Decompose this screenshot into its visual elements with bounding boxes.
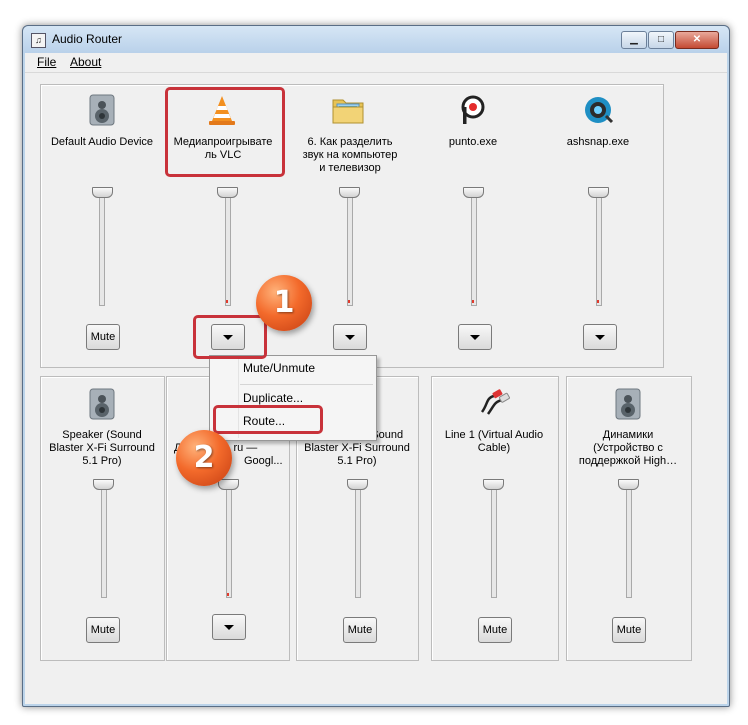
device-name-line2: Blaster X-Fi Surround [304, 442, 410, 454]
device-name: Speaker (Sound Blaster X-Fi Surround 5.1… [42, 429, 162, 468]
device-name: 6. Как разделить звук на компьютер и тел… [290, 136, 410, 175]
volume-level-mark [348, 300, 350, 303]
volume-slider-track[interactable] [491, 484, 497, 598]
speaker-icon [612, 388, 644, 420]
maximize-button[interactable]: □ [648, 31, 674, 49]
volume-slider-thumb[interactable] [347, 479, 368, 490]
volume-level-mark [227, 593, 229, 596]
volume-slider-thumb[interactable] [588, 187, 609, 198]
device-name: ashsnap.exe [566, 136, 630, 148]
volume-slider-thumb[interactable] [218, 479, 239, 490]
ashsnap-icon [582, 94, 614, 126]
highlight-dropdown [193, 315, 267, 359]
device-name-line1: Line 1 (Virtual Audio [444, 429, 544, 441]
device-name: Default Audio Device [50, 136, 154, 148]
menu-separator [240, 384, 373, 385]
close-button[interactable]: ✕ [675, 31, 719, 49]
mute-button[interactable]: Mute [86, 324, 120, 350]
device-name-line2: Blaster X-Fi Surround [49, 442, 155, 454]
menu-item-duplicate[interactable]: Duplicate... [243, 391, 303, 405]
device-name-line2: звук на компьютер [302, 149, 398, 161]
volume-slider-track[interactable] [596, 192, 602, 306]
device-name-line2: Cable) [477, 442, 511, 454]
volume-slider-thumb[interactable] [93, 479, 114, 490]
device-name-line3: и телевизор [319, 162, 381, 174]
volume-slider-track[interactable] [99, 192, 105, 306]
device-name-line3: поддержкой High… [578, 455, 678, 467]
device-name-line3: 5.1 Pro) [82, 455, 122, 467]
highlight-route [213, 405, 323, 434]
speaker-icon [86, 94, 118, 126]
device-name-line1b: ru — [233, 442, 258, 454]
mute-button[interactable]: Mute [86, 617, 120, 643]
speaker-icon [86, 388, 118, 420]
volume-slider-thumb[interactable] [217, 187, 238, 198]
menu-about[interactable]: About [70, 55, 101, 69]
device-dropdown-button[interactable] [333, 324, 367, 350]
menu-file[interactable]: File [37, 55, 56, 69]
volume-slider-track[interactable] [355, 484, 361, 598]
volume-slider-track[interactable] [101, 484, 107, 598]
volume-level-mark [472, 300, 474, 303]
volume-slider-thumb[interactable] [92, 187, 113, 198]
volume-slider-thumb[interactable] [618, 479, 639, 490]
step-badge-2: 2 [176, 430, 232, 486]
menu-item-mute-unmute[interactable]: Mute/Unmute [243, 361, 315, 375]
app-icon: ♫ [31, 33, 46, 48]
device-name-line1: Динамики [602, 429, 654, 441]
rca-cable-icon [478, 386, 510, 418]
device-name: Динамики (Устройство с поддержкой High… [568, 429, 688, 468]
device-name-line1: Speaker (Sound [62, 429, 142, 441]
device-name-line2: (Устройство с [593, 442, 663, 454]
volume-slider-track[interactable] [471, 192, 477, 306]
mute-button[interactable]: Mute [612, 617, 646, 643]
step-badge-1: 1 [256, 275, 312, 331]
volume-level-mark [226, 300, 228, 303]
minimize-button[interactable]: ▁ [621, 31, 647, 49]
volume-slider-track[interactable] [626, 484, 632, 598]
volume-slider-thumb[interactable] [339, 187, 360, 198]
folder-icon [332, 94, 364, 126]
menu-bar: File About [25, 53, 727, 73]
highlight-vlc [165, 87, 285, 177]
volume-level-mark [597, 300, 599, 303]
device-dropdown-button[interactable] [458, 324, 492, 350]
volume-slider-track[interactable] [347, 192, 353, 306]
volume-slider-track[interactable] [226, 484, 232, 598]
mute-button[interactable]: Mute [478, 617, 512, 643]
device-name-line1: 6. Как разделить [307, 136, 393, 148]
title-bar[interactable]: ♫ Audio Router ▁ □ ✕ [23, 26, 729, 53]
volume-slider-thumb[interactable] [483, 479, 504, 490]
volume-slider-thumb[interactable] [463, 187, 484, 198]
device-dropdown-button[interactable] [583, 324, 617, 350]
device-name-line3: 5.1 Pro) [337, 455, 377, 467]
device-name: Line 1 (Virtual Audio Cable) [434, 429, 554, 455]
punto-icon [457, 94, 489, 126]
device-dropdown-button[interactable] [212, 614, 246, 640]
device-name-line2: Googl... [244, 455, 283, 467]
volume-slider-track[interactable] [225, 192, 231, 306]
mute-button[interactable]: Mute [343, 617, 377, 643]
device-name: punto.exe [448, 136, 498, 148]
window-title: Audio Router [52, 32, 123, 46]
